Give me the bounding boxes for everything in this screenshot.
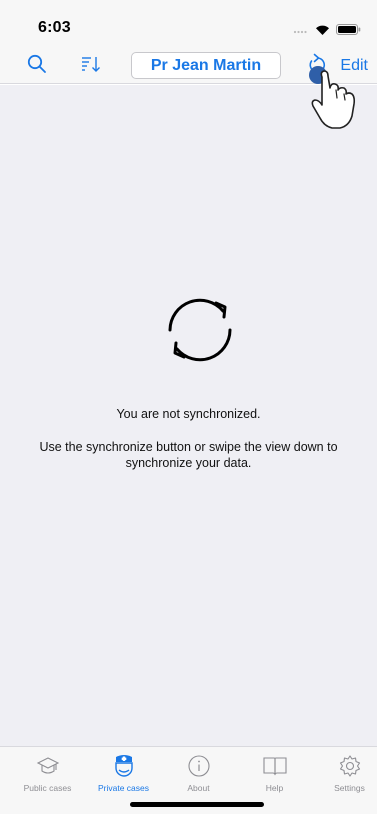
doctor-icon	[112, 753, 136, 779]
search-icon	[27, 54, 47, 79]
sync-button[interactable]	[301, 48, 331, 84]
tab-public-cases[interactable]: Public cases	[10, 753, 85, 799]
book-icon	[262, 753, 288, 779]
graduation-cap-icon	[36, 753, 60, 779]
sync-icon	[160, 290, 240, 375]
sort-icon	[80, 55, 102, 78]
tab-label: Private cases	[97, 783, 150, 793]
tab-label: Settings	[334, 783, 365, 793]
info-icon	[187, 753, 211, 779]
home-indicator	[130, 802, 264, 807]
navigation-bar: Pr Jean Martin Edit	[0, 48, 377, 84]
status-bar: 6:03	[0, 0, 377, 48]
search-button[interactable]	[22, 48, 52, 84]
tab-label: Public cases	[23, 783, 72, 793]
refresh-icon	[306, 53, 326, 80]
tab-settings[interactable]: Settings	[312, 753, 377, 799]
tab-private-cases[interactable]: Private cases	[86, 753, 161, 799]
status-time: 6:03	[38, 19, 71, 36]
empty-state-content[interactable]: You are not synchronized. Use the synchr…	[0, 85, 377, 746]
tab-about[interactable]: About	[161, 753, 236, 799]
tab-label: Help	[265, 783, 284, 793]
tab-label: About	[187, 783, 210, 793]
battery-icon	[336, 22, 361, 40]
wifi-icon	[315, 22, 330, 40]
gear-icon	[338, 753, 362, 779]
not-synchronized-title: You are not synchronized.	[116, 407, 261, 421]
doctor-selector-button[interactable]: Pr Jean Martin	[131, 52, 281, 79]
tab-help[interactable]: Help	[237, 753, 312, 799]
sort-button[interactable]	[76, 48, 106, 84]
edit-button[interactable]: Edit	[340, 48, 368, 84]
synchronize-instructions: Use the synchronize button or swipe the …	[39, 440, 338, 470]
status-icons	[293, 22, 361, 40]
cellular-icon	[293, 22, 309, 40]
